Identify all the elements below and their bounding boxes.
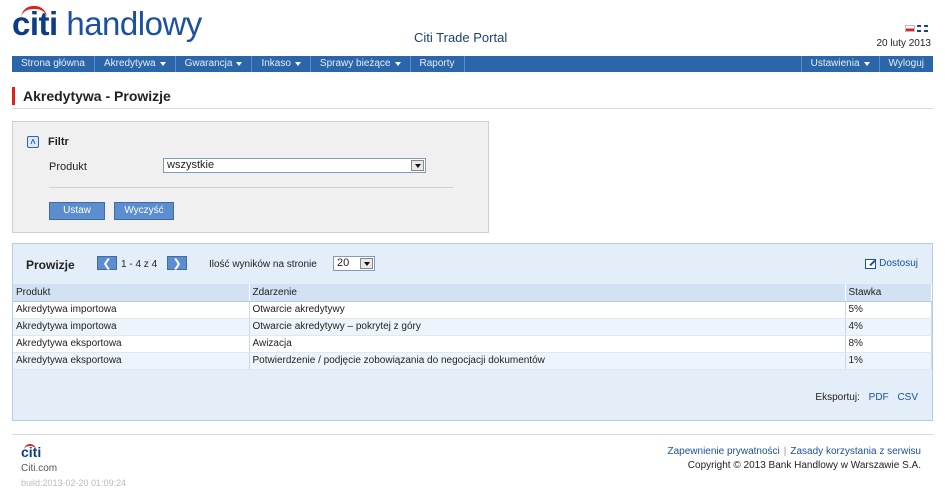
cell-zdarzenie: Otwarcie akredytywy – pokrytej z góry [249, 318, 846, 336]
nav-label: Akredytywa [103, 58, 156, 69]
column-header-produkt[interactable]: Produkt [13, 284, 250, 302]
title-accent [12, 87, 15, 105]
nav-label: Ustawienia [810, 58, 860, 69]
per-page-label: Ilość wyników na stronie [209, 259, 317, 270]
nav-inkaso[interactable]: Inkaso [252, 56, 311, 72]
header: citi handlowy Citi Trade Portal 20 luty … [0, 0, 945, 50]
chevron-left-icon: ❮ [102, 257, 112, 270]
filter-divider [49, 187, 453, 188]
link-separator: | [783, 446, 787, 457]
current-date: 20 luty 2013 [876, 38, 932, 49]
page-title: Akredytywa - Prowizje [23, 88, 171, 104]
product-label: Produkt [49, 161, 87, 173]
results-title: Prowizje [26, 258, 75, 272]
english-flag-icon[interactable] [917, 25, 928, 32]
table-row: Akredytywa eksportowa Awizacja 8% [13, 335, 932, 353]
cell-produkt: Akredytywa eksportowa [13, 352, 250, 370]
nav-ustawienia[interactable]: Ustawienia [802, 56, 880, 72]
chevron-up-icon[interactable]: ˄ [27, 136, 39, 148]
footer-citi-com[interactable]: Citi.com [21, 463, 57, 474]
nav-raporty[interactable]: Raporty [411, 56, 465, 72]
cell-stawka: 8% [845, 335, 932, 353]
filter-panel: ˄ Filtr Produkt wszystkie Ustaw Wyczyść [12, 121, 489, 233]
apply-filter-button[interactable]: Ustaw [49, 202, 105, 220]
cell-stawka: 1% [845, 352, 932, 370]
export-bar: Eksportuj: PDF CSV [815, 392, 918, 403]
logo-handlowy: handlowy [57, 5, 202, 42]
nav-label: Strona główna [21, 58, 85, 69]
nav-strona-glowna[interactable]: Strona główna [12, 56, 95, 72]
nav-label: Sprawy bieżące [319, 58, 391, 69]
cell-zdarzenie: Otwarcie akredytywy [249, 301, 846, 319]
caret-down-icon [294, 62, 301, 66]
pager-text: 1 - 4 z 4 [121, 259, 158, 270]
citi-handlowy-logo[interactable]: citi handlowy [12, 6, 202, 42]
copyright: Copyright © 2013 Bank Handlowy w Warszaw… [687, 460, 921, 471]
pager-prev-button[interactable]: ❮ [97, 256, 117, 270]
nav-label: Inkaso [261, 58, 291, 69]
product-select-value: wszystkie [167, 159, 215, 171]
cell-produkt: Akredytywa eksportowa [13, 335, 250, 353]
cell-produkt: Akredytywa importowa [13, 301, 250, 319]
table-row: Akredytywa eksportowa Potwierdzenie / po… [13, 352, 932, 370]
cell-stawka: 4% [845, 318, 932, 336]
customize-link[interactable]: Dostosuj [865, 258, 918, 269]
polish-flag-icon[interactable] [905, 25, 915, 32]
cell-zdarzenie: Potwierdzenie / podjęcie zobowiązania do… [249, 352, 846, 370]
caret-down-icon [159, 62, 166, 66]
results-panel: Prowizje ❮ 1 - 4 z 4 ❯ Ilość wyników na … [12, 243, 933, 421]
caret-down-icon [394, 62, 401, 66]
language-flags [905, 25, 928, 32]
page-title-bar: Akredytywa - Prowizje [12, 85, 933, 109]
export-label: Eksportuj: [815, 392, 860, 403]
footer-divider [12, 434, 933, 435]
footer-links: Zapewnienie prywatności | Zasady korzystan… [668, 446, 922, 457]
edit-icon [865, 258, 877, 269]
nav-spacer [465, 56, 802, 72]
logo-citi: citi [12, 5, 58, 42]
export-pdf-link[interactable]: PDF [869, 392, 889, 403]
table-row: Akredytywa importowa Otwarcie akredytywy… [13, 301, 932, 319]
footer-citi-logo[interactable]: citi [21, 444, 41, 460]
clear-filter-button[interactable]: Wyczyść [114, 202, 174, 220]
privacy-link[interactable]: Zapewnienie prywatności [668, 446, 780, 457]
product-select[interactable]: wszystkie [163, 158, 426, 173]
cell-produkt: Akredytywa importowa [13, 318, 250, 336]
chevron-right-icon: ❯ [172, 257, 182, 270]
nav-gwarancja[interactable]: Gwarancja [176, 56, 253, 72]
table-row: Akredytywa importowa Otwarcie akredytywy… [13, 318, 932, 336]
nav-sprawy-biezace[interactable]: Sprawy bieżące [311, 56, 411, 72]
nav-label: Wyloguj [888, 58, 924, 69]
cell-zdarzenie: Awizacja [249, 335, 846, 353]
nav-label: Gwarancja [184, 58, 233, 69]
main-nav: Strona główna Akredytywa Gwarancja Inkas… [12, 56, 933, 72]
build-info: build:2013-02-20 01:09:24 [21, 478, 127, 488]
cell-stawka: 5% [845, 301, 932, 319]
export-csv-link[interactable]: CSV [897, 392, 918, 403]
table-header-row: Produkt Zdarzenie Stawka [13, 284, 932, 302]
filter-title: Filtr [48, 136, 69, 148]
nav-wyloguj[interactable]: Wyloguj [880, 56, 933, 72]
pager-next-button[interactable]: ❯ [167, 256, 187, 270]
column-header-zdarzenie[interactable]: Zdarzenie [249, 284, 846, 302]
per-page-select[interactable]: 20 [333, 256, 375, 271]
results-header: Prowizje ❮ 1 - 4 z 4 ❯ Ilość wyników na … [13, 244, 932, 284]
portal-title: Citi Trade Portal [414, 30, 508, 45]
chevron-down-icon[interactable] [360, 258, 373, 269]
nav-akredytywa[interactable]: Akredytywa [95, 56, 176, 72]
customize-label: Dostosuj [879, 258, 918, 269]
commissions-table: Produkt Zdarzenie Stawka Akredytywa impo… [13, 284, 932, 370]
chevron-down-icon[interactable] [411, 160, 424, 171]
nav-label: Raporty [419, 58, 455, 69]
per-page-value: 20 [337, 257, 350, 269]
terms-link[interactable]: Zasady korzystania z serwisu [790, 446, 921, 457]
caret-down-icon [236, 62, 243, 66]
caret-down-icon [863, 62, 870, 66]
column-header-stawka[interactable]: Stawka [845, 284, 932, 302]
